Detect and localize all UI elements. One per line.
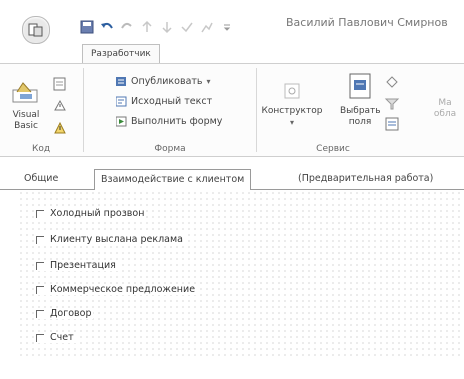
visual-basic-label-2: Basic bbox=[14, 121, 38, 131]
source-text-label: Исходный текст bbox=[131, 96, 213, 107]
run-form-button[interactable]: Выполнить форму bbox=[115, 116, 223, 127]
checkbox-ad-sent[interactable]: Клиенту выслана реклама bbox=[36, 234, 185, 245]
checkbox-label: Клиенту выслана реклама bbox=[50, 234, 183, 245]
visual-basic-button[interactable]: Visual Basic bbox=[6, 80, 46, 132]
undo-icon[interactable] bbox=[100, 19, 114, 33]
group-code-label: Код bbox=[31, 144, 51, 154]
area-label-1: Ма bbox=[438, 98, 452, 108]
group-service-label: Сервис bbox=[316, 144, 350, 154]
form-design-grid[interactable]: Холодный прозвон Клиенту выслана реклама… bbox=[18, 190, 464, 360]
checkbox-box[interactable] bbox=[36, 285, 44, 294]
filter-icon[interactable] bbox=[384, 96, 400, 116]
visual-basic-label-1: Visual bbox=[12, 110, 40, 120]
publish-button[interactable]: Опубликовать ▾ bbox=[116, 76, 211, 87]
designer-dropdown-icon: ▾ bbox=[289, 118, 294, 127]
group-code: Visual Basic Код bbox=[0, 64, 82, 156]
chart-icon[interactable] bbox=[200, 19, 214, 33]
save-icon[interactable] bbox=[80, 19, 94, 34]
checkbox-invoice[interactable]: Счет bbox=[36, 332, 76, 343]
office-button[interactable] bbox=[22, 16, 50, 44]
designer-label: Конструктор bbox=[261, 106, 323, 116]
checkbox-label: Холодный прозвон bbox=[50, 208, 145, 219]
office-logo-icon bbox=[28, 23, 43, 37]
quick-access-toolbar bbox=[80, 16, 234, 36]
publish-dropdown-icon: ▾ bbox=[206, 77, 211, 86]
ribbon: Visual Basic Код Опубликовать ▾ Исходный… bbox=[0, 63, 464, 157]
area-label-2: обла bbox=[433, 109, 457, 119]
checkbox-commercial-offer[interactable]: Коммерческое предложение bbox=[36, 284, 198, 295]
window-title: Василий Павлович Смирнов bbox=[286, 16, 448, 29]
checkbox-label: Счет bbox=[50, 332, 74, 343]
customize-dropdown-icon[interactable] bbox=[220, 19, 234, 33]
tab-general[interactable]: Общие bbox=[18, 169, 64, 188]
checkbox-cold-call[interactable]: Холодный прозвон bbox=[36, 208, 147, 219]
area-button[interactable]: Ма обла bbox=[426, 98, 464, 120]
macros-icon[interactable] bbox=[52, 76, 68, 96]
source-text-icon bbox=[115, 96, 127, 107]
checkbox-box[interactable] bbox=[36, 209, 44, 218]
group-service: Конструктор ▾ Выбрать поля Ма обла Серви… bbox=[258, 64, 464, 156]
designer-icon bbox=[284, 83, 300, 99]
checkbox-presentation[interactable]: Презентация bbox=[36, 260, 118, 271]
publish-label: Опубликовать bbox=[131, 76, 203, 87]
check-icon[interactable] bbox=[180, 19, 194, 33]
group-form-label: Форма bbox=[154, 144, 186, 154]
outlook-form-designer: Василий Павлович Смирнов Разработчик Vis… bbox=[0, 0, 464, 379]
checkbox-box[interactable] bbox=[36, 261, 44, 270]
choose-fields-label-2: поля bbox=[348, 117, 372, 127]
source-text-button[interactable]: Исходный текст bbox=[115, 96, 213, 107]
ribbon-separator bbox=[256, 68, 257, 152]
tab-preliminary-work[interactable]: (Предварительная работа) bbox=[292, 169, 439, 188]
checkbox-label: Договор bbox=[50, 308, 92, 319]
designer-button[interactable]: Конструктор ▾ bbox=[258, 80, 326, 128]
group-form: Опубликовать ▾ Исходный текст Выполнить … bbox=[86, 64, 254, 156]
checkbox-box[interactable] bbox=[36, 235, 44, 244]
checkbox-box[interactable] bbox=[36, 333, 44, 342]
macro-security-icon[interactable] bbox=[52, 98, 68, 118]
choose-fields-icon bbox=[349, 73, 371, 99]
checkbox-contract[interactable]: Договор bbox=[36, 308, 94, 319]
title-bar: Василий Павлович Смирнов bbox=[0, 0, 464, 44]
publish-icon bbox=[116, 76, 127, 87]
ribbon-separator bbox=[83, 68, 84, 152]
checkbox-label: Презентация bbox=[50, 260, 116, 271]
choose-fields-button[interactable]: Выбрать поля bbox=[340, 72, 381, 128]
tab-order-icon[interactable] bbox=[384, 74, 400, 94]
tab-developer[interactable]: Разработчик bbox=[82, 44, 160, 64]
up-arrow-icon[interactable] bbox=[140, 19, 154, 33]
properties-icon[interactable] bbox=[384, 116, 400, 136]
tab-customer-interaction[interactable]: Взаимодействие с клиентом bbox=[94, 169, 252, 191]
visual-basic-icon bbox=[12, 82, 38, 103]
redo-icon[interactable] bbox=[120, 19, 134, 33]
run-form-icon bbox=[115, 116, 127, 127]
form-tabs: Общие Взаимодействие с клиентом (Предвар… bbox=[0, 165, 464, 191]
choose-fields-label-1: Выбрать bbox=[340, 106, 381, 116]
ribbon-tabs: Разработчик bbox=[0, 44, 464, 64]
down-arrow-icon[interactable] bbox=[160, 19, 174, 34]
warning-icon[interactable] bbox=[52, 120, 68, 140]
checkbox-label: Коммерческое предложение bbox=[50, 284, 196, 295]
checkbox-box[interactable] bbox=[36, 309, 44, 318]
run-form-label: Выполнить форму bbox=[131, 116, 223, 127]
